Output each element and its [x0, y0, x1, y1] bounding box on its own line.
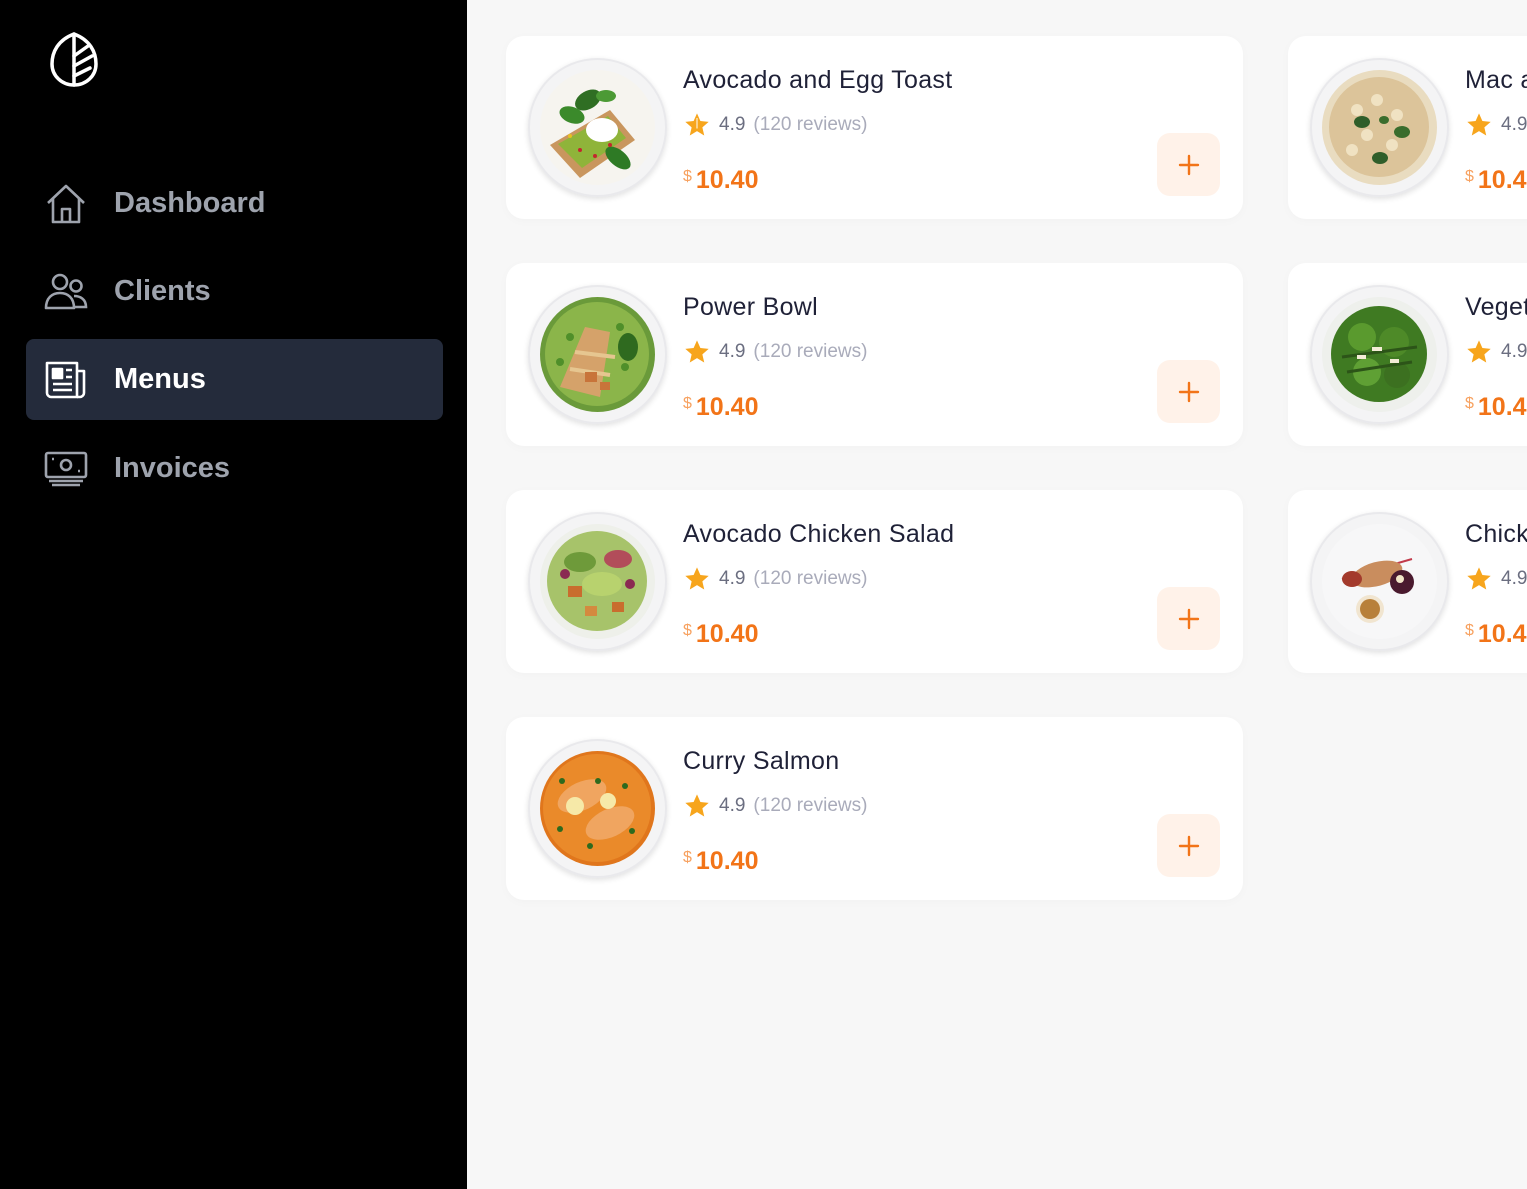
price-currency: $: [683, 395, 692, 412]
newspaper-icon: [44, 358, 88, 402]
price: $ 10.4: [1465, 166, 1527, 195]
plus-icon: [1178, 154, 1199, 175]
price: $ 10.40: [683, 847, 758, 876]
star-icon: [685, 567, 709, 590]
rating: 4.9 (120 reviews): [683, 792, 867, 820]
menu-card[interactable]: Avocado Chicken Salad 4.9 (120 reviews) …: [506, 490, 1243, 673]
home-icon: [44, 182, 88, 226]
rating-value: 4.9: [719, 114, 746, 135]
menu-item-title: Chick: [1465, 520, 1527, 548]
menu-card[interactable]: Chick 4.9 $ 10.4: [1288, 490, 1527, 673]
rating-value: 4.9: [719, 341, 746, 362]
plus-icon: [1178, 835, 1199, 856]
sidebar-item-menus[interactable]: Menus: [26, 339, 443, 420]
menu-item-title: Avocado and Egg Toast: [683, 66, 953, 94]
rating: 4.9: [1465, 338, 1527, 366]
menu-item-title: Mac a: [1465, 66, 1527, 94]
star-icon: [685, 794, 709, 817]
sidebar-item-label: Invoices: [114, 452, 231, 484]
price: $ 10.40: [683, 393, 758, 422]
rating-value: 4.9: [1501, 341, 1527, 362]
sidebar-item-invoices[interactable]: Invoices: [26, 428, 443, 509]
price-currency: $: [1465, 622, 1474, 639]
price-currency: $: [1465, 168, 1474, 185]
menu-item-title: Veget: [1465, 293, 1527, 321]
sidebar-item-label: Clients: [114, 275, 211, 307]
price: $ 10.40: [683, 166, 758, 195]
users-icon: [44, 270, 88, 314]
price-currency: $: [1465, 395, 1474, 412]
menu-item-title: Curry Salmon: [683, 747, 840, 775]
review-count: (120 reviews): [753, 795, 868, 816]
food-image: [528, 58, 667, 197]
food-image: [528, 739, 667, 878]
food-image: [1310, 285, 1449, 424]
plus-icon: [1178, 608, 1199, 629]
rating: 4.9 (120 reviews): [683, 565, 867, 593]
add-to-menu-button[interactable]: [1157, 133, 1220, 196]
sidebar-item-clients[interactable]: Clients: [26, 251, 443, 332]
price-currency: $: [683, 849, 692, 866]
star-icon: [1467, 113, 1491, 136]
sidebar-item-dashboard[interactable]: Dashboard: [26, 163, 443, 244]
rating-value: 4.9: [1501, 568, 1527, 589]
plus-icon: [1178, 381, 1199, 402]
menu-item-title: Power Bowl: [683, 293, 818, 321]
star-icon: [1467, 340, 1491, 363]
menu-card[interactable]: Veget 4.9 $ 10.4: [1288, 263, 1527, 446]
rating: 4.9: [1465, 111, 1527, 139]
rating: 4.9 (120 reviews): [683, 338, 867, 366]
menu-card[interactable]: Curry Salmon 4.9 (120 reviews) $ 10.40: [506, 717, 1243, 900]
price-currency: $: [683, 168, 692, 185]
star-icon: [685, 340, 709, 363]
cash-icon: [44, 447, 88, 491]
rating: 4.9: [1465, 565, 1527, 593]
menu-grid: Avocado and Egg Toast 4.9 (120 reviews) …: [467, 0, 1527, 1189]
price-amount: 10.4: [1477, 393, 1527, 421]
sidebar-item-label: Dashboard: [114, 187, 266, 219]
price: $ 10.40: [683, 620, 758, 649]
food-image: [528, 285, 667, 424]
star-icon: [685, 113, 709, 136]
leaf-logo-icon[interactable]: [48, 30, 100, 88]
review-count: (120 reviews): [753, 568, 868, 589]
price-amount: 10.4: [1477, 166, 1527, 194]
food-image: [1310, 512, 1449, 651]
menu-card[interactable]: Avocado and Egg Toast 4.9 (120 reviews) …: [506, 36, 1243, 219]
price-amount: 10.40: [695, 393, 759, 421]
price: $ 10.4: [1465, 620, 1527, 649]
price-amount: 10.40: [695, 847, 759, 875]
food-image: [528, 512, 667, 651]
price-amount: 10.4: [1477, 620, 1527, 648]
rating-value: 4.9: [719, 568, 746, 589]
sidebar-item-label: Menus: [114, 363, 206, 395]
food-image: [1310, 58, 1449, 197]
add-to-menu-button[interactable]: [1157, 587, 1220, 650]
price-amount: 10.40: [695, 166, 759, 194]
menu-item-title: Avocado Chicken Salad: [683, 520, 955, 548]
add-to-menu-button[interactable]: [1157, 814, 1220, 877]
review-count: (120 reviews): [753, 114, 868, 135]
sidebar: Dashboard Clients Menus Invoices: [0, 0, 467, 1189]
rating-value: 4.9: [719, 795, 746, 816]
add-to-menu-button[interactable]: [1157, 360, 1220, 423]
price: $ 10.4: [1465, 393, 1527, 422]
menu-card[interactable]: Power Bowl 4.9 (120 reviews) $ 10.40: [506, 263, 1243, 446]
rating-value: 4.9: [1501, 114, 1527, 135]
price-currency: $: [683, 622, 692, 639]
rating: 4.9 (120 reviews): [683, 111, 867, 139]
price-amount: 10.40: [695, 620, 759, 648]
menu-card[interactable]: Mac a 4.9 $ 10.4: [1288, 36, 1527, 219]
review-count: (120 reviews): [753, 341, 868, 362]
star-icon: [1467, 567, 1491, 590]
